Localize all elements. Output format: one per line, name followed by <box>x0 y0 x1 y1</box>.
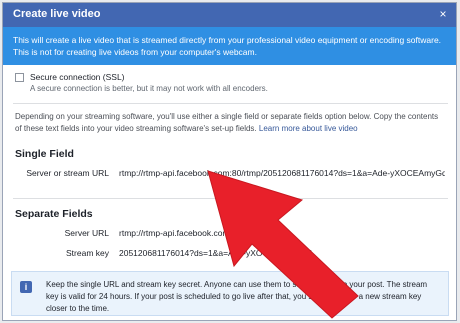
description-body: Depending on your streaming software, yo… <box>15 112 439 133</box>
close-icon[interactable]: × <box>436 7 450 21</box>
single-field-title: Single Field <box>15 148 74 160</box>
separate-fields-title: Separate Fields <box>15 208 93 220</box>
stream-key-label: Stream key <box>66 248 109 258</box>
stream-url-label: Server or stream URL <box>26 168 109 178</box>
server-url-field[interactable]: rtmp://rtmp-api.facebook.com:80/rtmp/ <box>116 224 446 240</box>
secure-connection-checkbox[interactable] <box>15 73 24 82</box>
security-notice: i Keep the single URL and stream key sec… <box>11 271 449 316</box>
description-text: Depending on your streaming software, yo… <box>15 111 445 135</box>
server-url-label: Server URL <box>64 228 109 238</box>
divider <box>13 198 448 199</box>
info-banner: This will create a live video that is st… <box>3 27 456 65</box>
stream-url-field[interactable]: rtmp://rtmp-api.facebook.com:80/rtmp/205… <box>116 164 446 180</box>
security-notice-text: Keep the single URL and stream key secre… <box>46 280 428 313</box>
secure-connection-label[interactable]: Secure connection (SSL) <box>30 72 125 82</box>
secure-connection-hint: A secure connection is better, but it ma… <box>30 84 268 93</box>
dialog-titlebar: Create live video × <box>3 3 456 27</box>
learn-more-link[interactable]: Learn more about live video <box>259 124 358 133</box>
create-live-video-dialog: Create live video × This will create a l… <box>2 2 457 321</box>
stream-key-field[interactable]: 205120681176014?ds=1&a=Ade-yXOCEAmyGqg2 <box>116 244 446 260</box>
info-icon: i <box>20 281 32 293</box>
divider <box>13 103 448 104</box>
dialog-title: Create live video <box>13 8 101 20</box>
